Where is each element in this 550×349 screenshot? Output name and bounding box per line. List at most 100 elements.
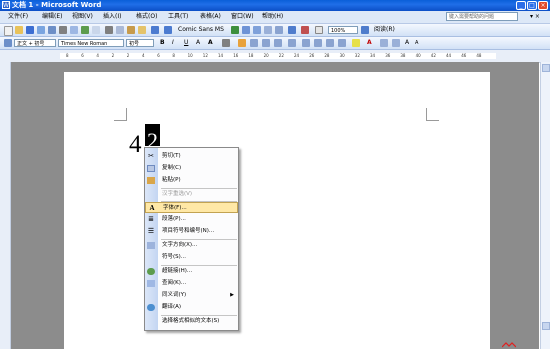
shrink-font-button[interactable]: A [415,37,418,49]
help-search-input[interactable]: 键入需要帮助的问题 [446,12,518,21]
columns-icon[interactable] [275,26,283,34]
menu-format[interactable]: 格式(O) [136,11,157,23]
align-center-icon[interactable] [250,39,258,47]
title-bar: W 文档 1 - Microsoft Word _ □ × [0,0,550,11]
menu-item-cut[interactable]: ✂ 剪切(T) [145,151,238,162]
ruler-number: 4 [142,53,145,58]
decrease-indent-icon[interactable] [326,39,334,47]
ruler-number: 2 [111,53,115,58]
redo-icon[interactable] [164,26,172,34]
menu-item-bullets[interactable]: ☰ 项目符号和编号(N)... [145,226,238,237]
menu-table[interactable]: 表格(A) [200,11,221,23]
permission-icon[interactable] [37,26,45,34]
styles-icon[interactable] [4,39,12,47]
menu-window[interactable]: 窗口(W) [231,11,254,23]
spelling-icon[interactable] [81,26,89,34]
menu-item-symbol[interactable]: 符号(S)... [145,252,238,263]
increase-indent-icon[interactable] [338,39,346,47]
undo-icon[interactable] [151,26,159,34]
italic-button[interactable]: I [172,37,174,49]
menu-item-font[interactable]: A 字体(F)... [145,202,238,213]
underline-button[interactable]: U [184,37,188,49]
menu-item-copy[interactable]: 复制(C) [145,163,238,174]
font-color-button[interactable]: A [367,37,372,49]
word-app-icon[interactable]: W [2,1,10,9]
help-icon[interactable] [361,26,369,34]
new-document-icon[interactable] [4,26,13,36]
document-map-icon[interactable] [301,26,309,34]
menu-item-translate[interactable]: 翻译(A) [145,302,238,313]
menu-tools[interactable]: 工具(T) [168,11,188,23]
tables-borders-icon[interactable] [242,26,250,34]
format-painter-icon[interactable] [138,26,146,34]
zoom-select[interactable]: 100% [328,26,358,34]
font-size-select[interactable]: 初号 [126,39,154,47]
email-icon[interactable] [48,26,56,34]
hyperlink-toolbar-icon[interactable] [231,26,239,34]
menu-item-paragraph[interactable]: ≣ 段落(P)... [145,214,238,225]
print-preview-icon[interactable] [70,26,78,34]
align-right-icon[interactable] [262,39,270,47]
cut-icon[interactable] [105,26,113,34]
numbering-icon[interactable] [302,39,310,47]
read-button[interactable]: 阅读(R) [374,24,395,36]
menu-edit[interactable]: 编辑(E) [42,11,62,23]
paste-toolbar-icon[interactable] [127,26,135,34]
research-icon [147,280,155,287]
document-text[interactable]: 4 [129,131,142,159]
line-spacing-icon[interactable] [288,39,296,47]
bullets-toolbar-icon[interactable] [314,39,322,47]
show-hide-icon[interactable] [315,26,323,34]
text-direction-icon [147,242,155,249]
copy-toolbar-icon[interactable] [116,26,124,34]
submenu-arrow-icon: ▶ [230,292,234,298]
ruler-number: 22 [278,53,284,58]
font-in-toolbar[interactable]: Comic Sans MS [178,24,224,36]
ruler-number: 38 [400,53,406,58]
phonetic-guide-icon[interactable] [380,39,388,47]
ruler-number: 40 [415,53,421,58]
vertical-ruler[interactable] [0,62,11,349]
char-scale-button[interactable]: A [208,37,213,49]
ruler-number: 8 [66,53,69,58]
highlight-icon[interactable] [352,39,360,47]
maximize-button[interactable]: □ [527,1,537,10]
menu-item-select-similar[interactable]: 选择格式相似的文本(S) [145,316,238,327]
menu-item-research[interactable]: 查阅(K)... [145,278,238,289]
justify-icon[interactable] [274,39,282,47]
char-border-button[interactable]: A [196,37,200,49]
insert-table-icon[interactable] [253,26,261,34]
scissors-icon: ✂ [148,152,154,160]
vertical-scrollbar[interactable] [540,62,550,349]
enclose-char-icon[interactable] [392,39,400,47]
grow-font-button[interactable]: A [405,37,409,49]
ruler-number: 18 [248,53,254,58]
ruler-number: 12 [202,53,208,58]
menu-item-synonyms[interactable]: 同义词(Y) ▶ [145,290,238,301]
bold-button[interactable]: B [160,37,165,49]
minimize-button[interactable]: _ [516,1,526,10]
ruler-number: 32 [354,53,360,58]
char-shading-icon[interactable] [222,39,230,47]
menu-help[interactable]: 帮助(H) [262,11,283,23]
align-left-icon[interactable] [238,39,246,47]
menu-item-text-direction[interactable]: 文字方向(X)... [145,240,238,251]
menu-item-paste[interactable]: 粘贴(P) [145,175,238,186]
font-select[interactable]: Times New Roman [58,39,124,47]
document-page[interactable] [64,72,490,349]
open-icon[interactable] [15,26,23,34]
scroll-up-arrow[interactable] [542,64,550,72]
drawing-icon[interactable] [288,26,296,34]
menu-file[interactable]: 文件(F) [8,11,28,23]
close-doc-icon[interactable]: ▾ × [530,11,540,23]
print-icon[interactable] [59,26,67,34]
menu-insert[interactable]: 插入(I) [103,11,121,23]
scroll-down-arrow[interactable] [542,322,550,330]
insert-excel-icon[interactable] [264,26,272,34]
menu-view[interactable]: 视图(V) [72,11,93,23]
style-select[interactable]: 正文 + 初号 [14,39,56,47]
save-icon[interactable] [26,26,34,34]
close-button[interactable]: × [538,1,548,10]
menu-item-hyperlink[interactable]: 超链接(H)... [145,266,238,277]
research-toolbar-icon[interactable] [92,26,100,34]
